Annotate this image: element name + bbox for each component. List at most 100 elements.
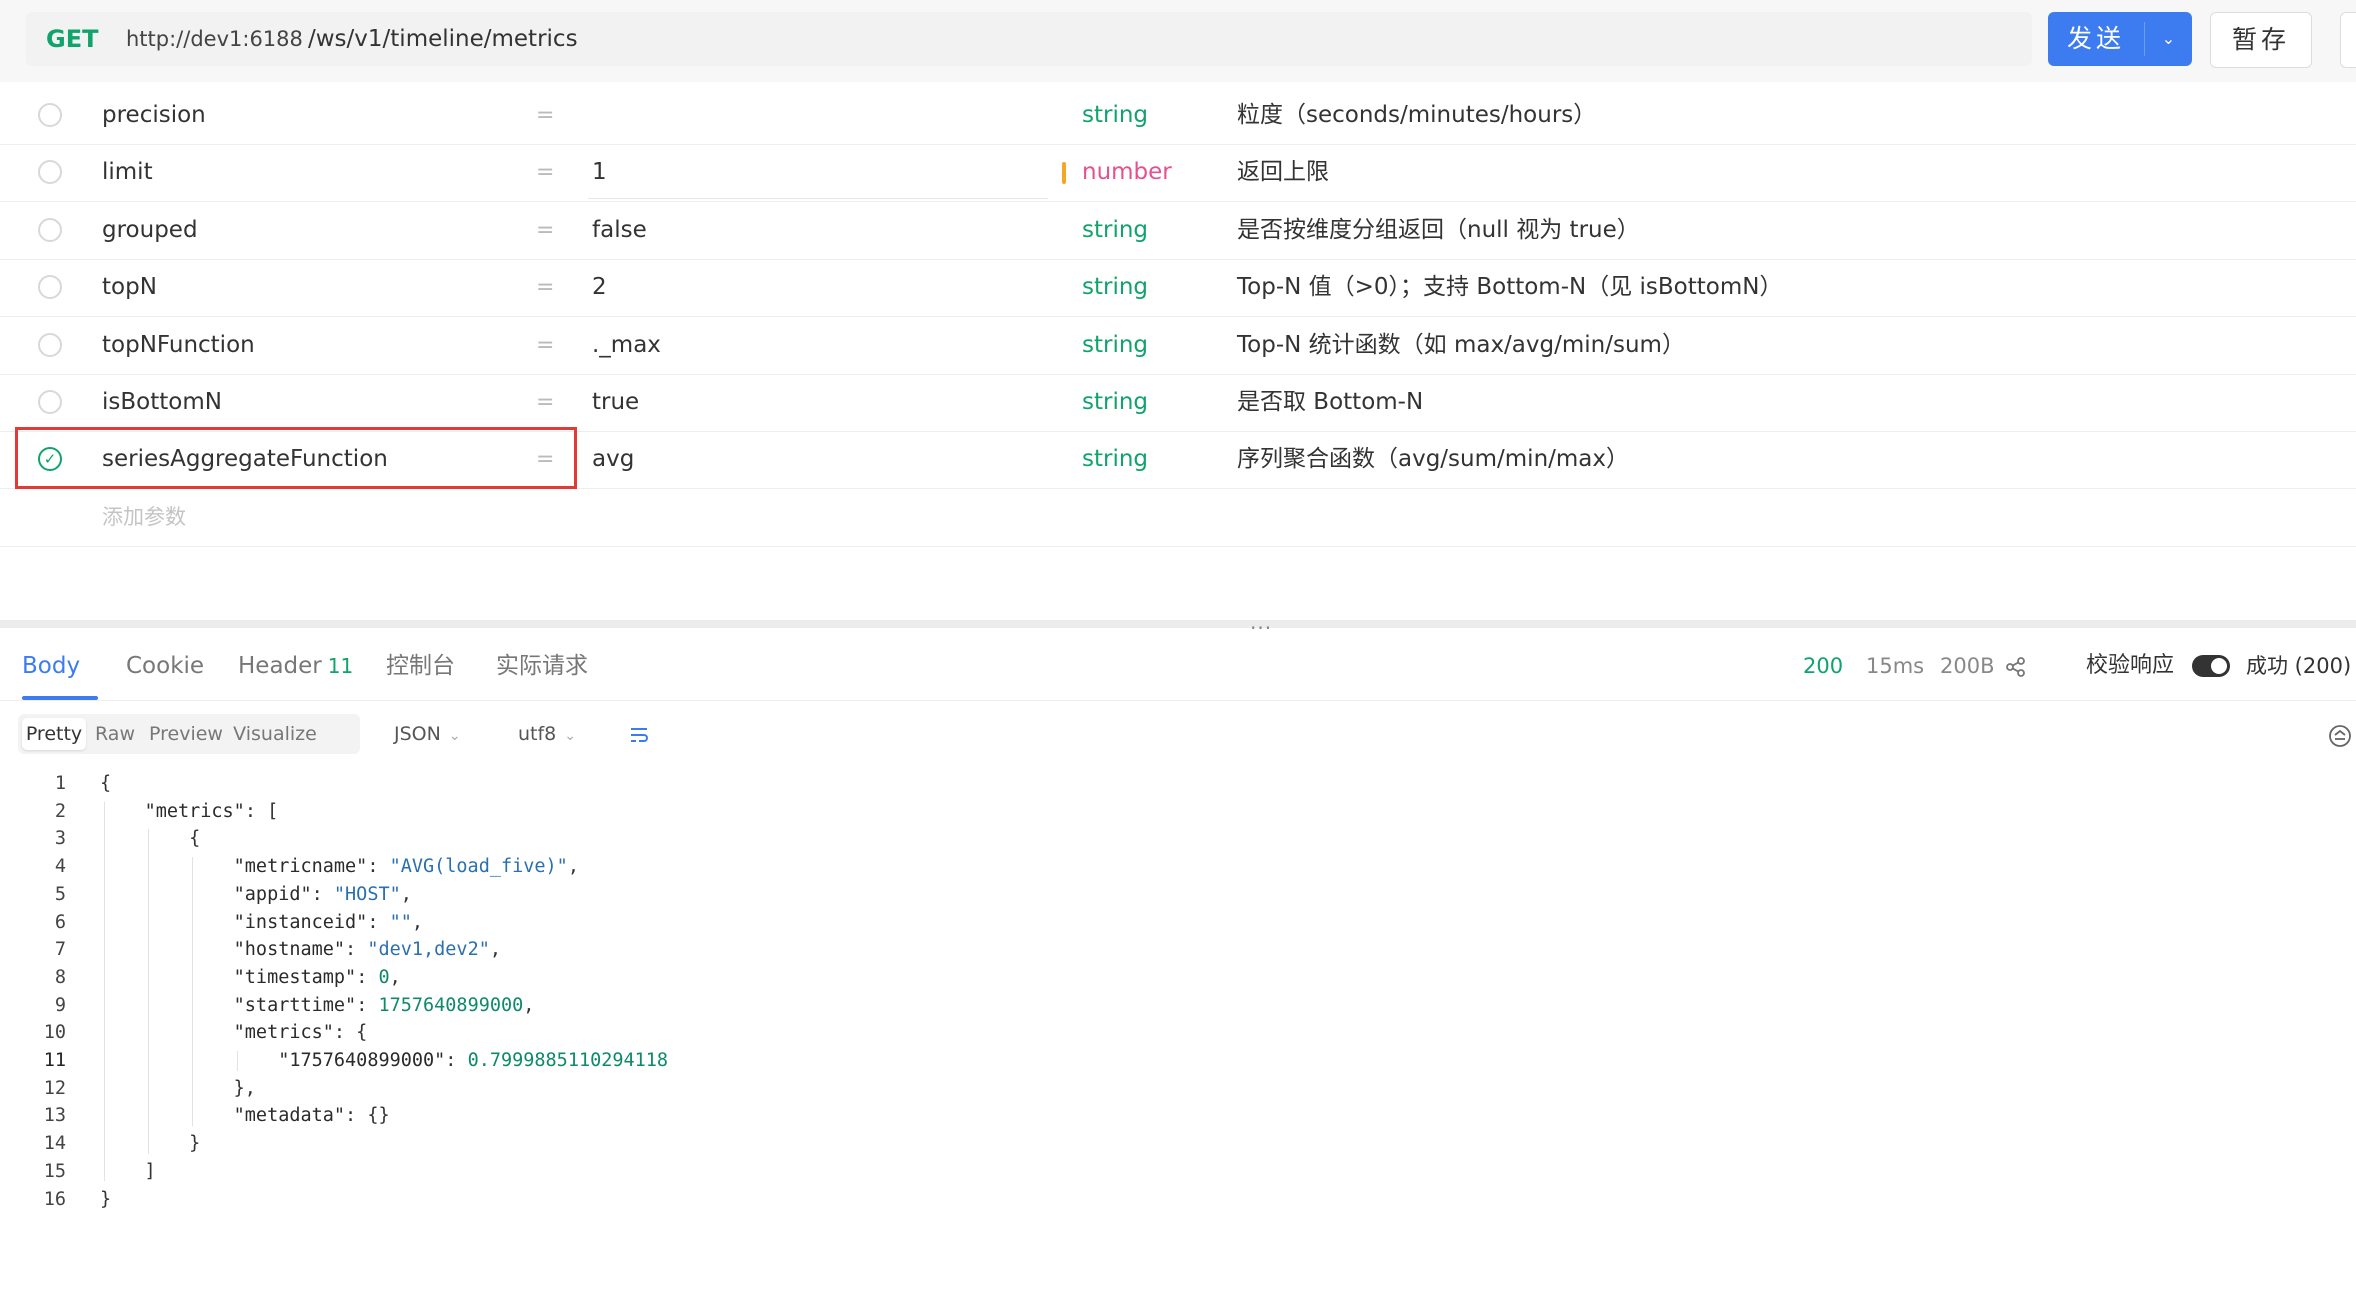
param-description[interactable]: Top-N 统计函数（如 max/avg/min/sum） bbox=[1237, 317, 1685, 374]
response-tabs: Body Cookie Header 11 控制台 实际请求 200 15ms 2… bbox=[0, 636, 2356, 701]
format-select[interactable]: JSON ⌄ bbox=[394, 714, 461, 756]
tab-body[interactable]: Body bbox=[22, 636, 80, 696]
verify-result[interactable]: 成功 (200) bbox=[2246, 636, 2351, 696]
param-type[interactable]: number bbox=[1082, 144, 1172, 201]
code-line: "1757640899000": 0.7999885110294118 bbox=[278, 1050, 669, 1071]
param-value-underline bbox=[588, 198, 1048, 200]
param-value[interactable]: true bbox=[592, 374, 639, 431]
code-line: "appid": "HOST", bbox=[233, 883, 412, 905]
response-time: 15ms bbox=[1866, 654, 1925, 678]
param-key[interactable]: grouped bbox=[102, 202, 198, 259]
param-row[interactable]: isBottomN = true string 是否取 Bottom-N bbox=[0, 374, 2356, 432]
indent-guide bbox=[104, 801, 105, 1182]
tab-header-label: Header bbox=[238, 653, 322, 679]
view-raw[interactable]: Raw bbox=[88, 718, 142, 750]
param-key[interactable]: limit bbox=[102, 144, 153, 201]
param-description[interactable]: 返回上限 bbox=[1237, 144, 1329, 201]
request-bar: GET http://dev1:6188 /ws/v1/timeline/met… bbox=[0, 0, 2356, 82]
collapse-icon[interactable] bbox=[2328, 724, 2352, 748]
param-description[interactable]: 是否按维度分组返回（null 视为 true） bbox=[1237, 202, 1640, 259]
tab-cookie[interactable]: Cookie bbox=[126, 636, 204, 696]
add-param-input[interactable]: 添加参数 bbox=[102, 489, 186, 546]
chevron-down-icon[interactable]: ⌄ bbox=[2145, 12, 2192, 66]
code-line: "timestamp": 0, bbox=[233, 966, 401, 988]
tab-actual-request[interactable]: 实际请求 bbox=[496, 636, 588, 696]
tab-header[interactable]: Header 11 bbox=[238, 636, 353, 696]
param-key[interactable]: topN bbox=[102, 259, 157, 316]
param-row[interactable]: topNFunction = ._max string Top-N 统计函数（如 max… bbox=[0, 317, 2356, 375]
param-row[interactable]: limit = 1 number 返回上限 bbox=[0, 144, 2356, 203]
param-value[interactable]: 2 bbox=[592, 259, 607, 316]
url-path[interactable]: /ws/v1/timeline/metrics bbox=[308, 12, 578, 66]
param-key[interactable]: topNFunction bbox=[102, 317, 255, 374]
param-equals: = bbox=[536, 275, 555, 301]
encoding-select[interactable]: utf8 ⌄ bbox=[518, 714, 576, 756]
wrap-lines-icon[interactable] bbox=[628, 724, 650, 746]
add-param-row[interactable]: 添加参数 bbox=[0, 489, 2356, 547]
code-line: "metrics": [ bbox=[144, 800, 279, 822]
param-checkbox[interactable] bbox=[38, 332, 62, 357]
code-line: } bbox=[100, 1133, 201, 1155]
param-row[interactable]: topN = 2 string Top-N 值（>0）；支持 Bottom-N（见 is… bbox=[0, 259, 2356, 318]
view-pretty[interactable]: Pretty bbox=[22, 718, 86, 750]
code-line: "starttime": 1757640899000, bbox=[233, 994, 535, 1016]
verify-response-toggle[interactable] bbox=[2192, 655, 2230, 677]
param-equals: = bbox=[536, 217, 555, 243]
line-number: 15 bbox=[43, 1160, 66, 1182]
panel-divider[interactable] bbox=[0, 620, 2356, 628]
param-key[interactable]: precision bbox=[102, 87, 206, 144]
param-key[interactable]: isBottomN bbox=[102, 374, 222, 431]
param-type[interactable]: string bbox=[1082, 374, 1148, 431]
param-description[interactable]: Top-N 值（>0）；支持 Bottom-N（见 isBottomN） bbox=[1237, 259, 1782, 316]
param-checkbox[interactable] bbox=[38, 390, 62, 414]
code-line: ] bbox=[100, 1160, 156, 1182]
param-equals: = bbox=[536, 160, 555, 186]
save-button[interactable]: 暂存 bbox=[2210, 12, 2312, 68]
param-value[interactable]: false bbox=[592, 202, 647, 259]
send-button-label[interactable]: 发送 bbox=[2048, 12, 2144, 66]
url-host[interactable]: http://dev1:6188 bbox=[126, 12, 303, 66]
active-tab-indicator bbox=[22, 696, 98, 700]
send-button[interactable]: 发送 ⌄ bbox=[2048, 12, 2192, 66]
indent-guide bbox=[148, 829, 149, 1154]
param-type[interactable]: string bbox=[1082, 259, 1148, 316]
line-number: 6 bbox=[54, 911, 66, 933]
line-number: 1 bbox=[54, 773, 66, 794]
share-icon[interactable] bbox=[2005, 656, 2027, 678]
chevron-down-icon: ⌄ bbox=[448, 728, 461, 744]
code-line: { bbox=[100, 773, 112, 794]
param-value[interactable]: ._max bbox=[592, 317, 661, 374]
status-code: 200 bbox=[1803, 654, 1844, 678]
param-value[interactable]: 1 bbox=[592, 144, 607, 201]
line-number: 5 bbox=[54, 883, 66, 905]
response-format-toolbar: Pretty Raw Preview Visualize JSON ⌄ utf8 ⌄ bbox=[0, 710, 2356, 760]
view-visualize[interactable]: Visualize bbox=[230, 718, 320, 750]
type-marker bbox=[1062, 162, 1066, 185]
code-line: } bbox=[100, 1188, 112, 1210]
http-method[interactable]: GET bbox=[46, 12, 98, 66]
param-checkbox[interactable] bbox=[38, 160, 62, 185]
param-checkbox[interactable] bbox=[38, 217, 62, 242]
param-checkbox[interactable] bbox=[38, 275, 62, 300]
view-preview[interactable]: Preview bbox=[146, 718, 226, 750]
param-equals: = bbox=[536, 332, 555, 358]
tab-console[interactable]: 控制台 bbox=[386, 636, 455, 696]
more-button[interactable] bbox=[2340, 12, 2356, 68]
param-row[interactable]: precision = string 粒度（seconds/minutes/hours… bbox=[0, 87, 2356, 145]
param-type[interactable]: string bbox=[1082, 87, 1148, 144]
param-checkbox[interactable] bbox=[38, 103, 62, 127]
param-type[interactable]: string bbox=[1082, 317, 1148, 374]
param-description[interactable]: 是否取 Bottom-N bbox=[1237, 374, 1423, 431]
indent-guide bbox=[192, 857, 193, 1127]
line-number: 16 bbox=[43, 1188, 66, 1210]
param-value[interactable]: avg bbox=[592, 431, 634, 488]
url-input-box[interactable]: GET http://dev1:6188 /ws/v1/timeline/met… bbox=[26, 12, 2032, 66]
line-number: 10 bbox=[43, 1022, 66, 1044]
param-row[interactable]: grouped = false string 是否按维度分组返回（null 视为 tru… bbox=[0, 202, 2356, 260]
param-equals: = bbox=[536, 390, 555, 415]
param-type[interactable]: string bbox=[1082, 202, 1148, 259]
param-type[interactable]: string bbox=[1082, 431, 1148, 488]
param-description[interactable]: 序列聚合函数（avg/sum/min/max） bbox=[1237, 431, 1629, 488]
chevron-down-icon: ⌄ bbox=[564, 728, 577, 744]
param-description[interactable]: 粒度（seconds/minutes/hours） bbox=[1237, 87, 1596, 144]
